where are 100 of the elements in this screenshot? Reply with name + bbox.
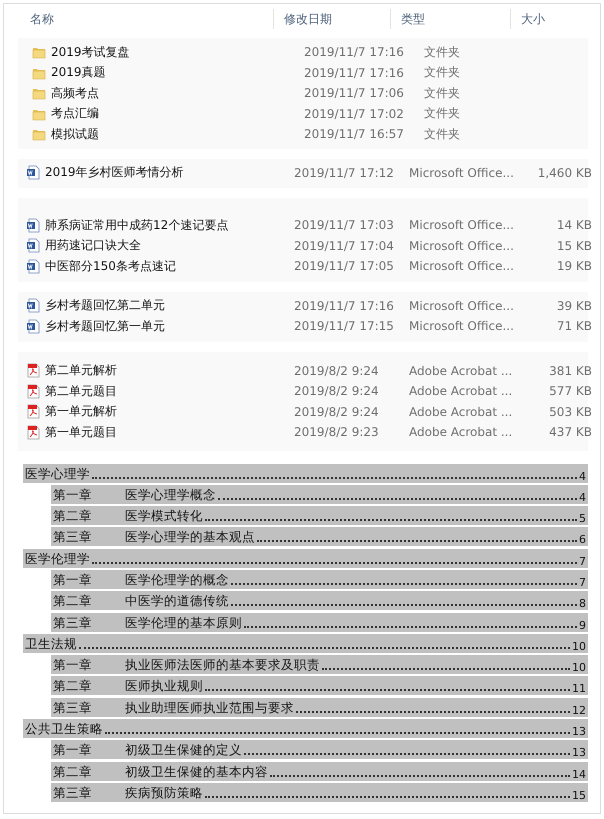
page-number: 13 — [572, 746, 586, 760]
page-number: 7 — [579, 554, 586, 568]
chapter-label: 第二章 — [53, 508, 93, 526]
chapter-label: 第三章 — [53, 784, 93, 802]
page-number: 10 — [572, 661, 586, 674]
toc-entry[interactable]: 第二章 医学模式转化 5 — [51, 506, 588, 526]
file-date: 2019/11/7 17:02 — [304, 106, 405, 121]
file-date: 2019/11/7 17:16 — [304, 66, 405, 80]
toc-title: 初级卫生保健的基本内容 — [125, 764, 268, 781]
toc-title: 医学伦理学 — [25, 550, 90, 568]
toc-title: 医学模式转化 — [125, 508, 203, 526]
toc-title: 中医学的道德传统 — [125, 593, 229, 610]
toc-title: 医学心理学概念 — [125, 486, 216, 504]
folder-icon — [32, 45, 46, 60]
toc-entry[interactable]: 第一章 医学心理学概念 4 — [51, 484, 588, 504]
toc-entry[interactable]: 医学心理学 4 — [23, 464, 588, 482]
toc-entry[interactable]: 第一章 执业医师法医师的基本要求及职责 10 — [51, 655, 588, 674]
file-name[interactable]: 中医部分150条考点速记 — [42, 258, 294, 275]
file-name[interactable]: 模拟试题 — [48, 126, 304, 143]
chapter-label: 第三章 — [53, 700, 93, 717]
chapter-label: 第三章 — [53, 529, 93, 546]
chapter-label: 第三章 — [53, 614, 93, 632]
toc-title: 医学心理学的基本观点 — [125, 529, 255, 546]
file-date: 2019/11/7 17:16 — [304, 45, 405, 60]
document-icon — [26, 238, 40, 254]
page-number: 6 — [579, 533, 586, 546]
column-header[interactable]: 修改日期 — [276, 10, 390, 28]
pdf-file-icon — [26, 363, 40, 378]
page-number: 14 — [572, 768, 586, 781]
toc-entry[interactable]: 卫生法规 10 — [23, 634, 588, 653]
folder-icon — [32, 86, 46, 100]
file-name[interactable]: 高频考点 — [48, 84, 304, 102]
column-header[interactable]: 大小 — [513, 10, 573, 28]
file-size: 381 KB — [548, 364, 592, 378]
toc-title: 医学伦理学的概念 — [125, 572, 229, 589]
file-date: 2019/8/2 9:24 — [294, 364, 380, 378]
page-number: 13 — [572, 725, 586, 738]
toc-entry[interactable]: 公共卫生策略 13 — [23, 719, 588, 738]
file-name[interactable]: 第二单元题目 — [42, 382, 294, 400]
file-type: Adobe Acrobat ... — [409, 404, 514, 419]
file-name[interactable]: 第一单元题目 — [42, 424, 294, 441]
chapter-label: 第二章 — [53, 764, 93, 781]
file-name[interactable]: 考点汇编 — [48, 105, 304, 122]
file-date: 2019/11/7 17:06 — [304, 86, 405, 100]
toc-title: 公共卫生策略 — [25, 721, 103, 738]
file-name[interactable]: 乡村考题回忆第一单元 — [42, 318, 294, 335]
file-size: 39 KB — [556, 298, 592, 313]
toc-entry[interactable]: 第二章 中医学的道德传统 8 — [51, 591, 588, 610]
column-header[interactable]: 类型 — [393, 10, 510, 28]
file-name[interactable]: 肺系病证常用中成药12个速记要点 — [42, 216, 294, 234]
file-type: Adobe Acrobat ... — [409, 364, 514, 378]
file-date: 2019/8/2 9:24 — [294, 404, 380, 419]
toc-entry[interactable]: 第三章 疾病预防策略 15 — [51, 782, 588, 802]
file-type: 文件夹 — [424, 105, 461, 122]
toc-entry[interactable]: 第一章 初级卫生保健的定义 13 — [51, 740, 588, 760]
file-name[interactable]: 2019真题 — [48, 64, 304, 82]
toc-entry[interactable]: 第三章 医学心理学的基本观点 6 — [51, 527, 588, 546]
toc-entry[interactable]: 第三章 医学伦理的基本原则 9 — [51, 612, 588, 632]
file-type: Microsoft Office... — [409, 218, 515, 232]
file-type: Microsoft Office... — [409, 166, 515, 180]
toc-entry[interactable]: 医学伦理学 7 — [23, 548, 588, 568]
page-number: 10 — [572, 640, 586, 653]
file-name[interactable]: 第一单元解析 — [42, 403, 294, 420]
pdf-file-icon — [26, 404, 40, 420]
file-type: 文件夹 — [424, 126, 461, 143]
page-number: 11 — [572, 682, 586, 696]
pdf-file-icon — [26, 384, 40, 399]
file-name[interactable]: 用药速记口诀大全 — [42, 237, 294, 254]
document-icon — [26, 298, 40, 314]
file-type: Adobe Acrobat ... — [409, 425, 514, 440]
toc-entry[interactable]: 第三章 执业助理医师执业范围与要求 12 — [51, 698, 588, 717]
toc-title: 医师执业规则 — [125, 678, 203, 696]
file-name[interactable]: 第二单元解析 — [42, 362, 294, 380]
file-type: Microsoft Office... — [409, 259, 515, 274]
chapter-label: 第一章 — [53, 572, 93, 589]
file-date: 2019/11/7 17:15 — [294, 319, 395, 334]
file-name[interactable]: 2019年乡村医师考情分析 — [42, 164, 294, 182]
toc-entry[interactable]: 第一章 医学伦理学的概念 7 — [51, 570, 588, 589]
file-type: Adobe Acrobat ... — [409, 384, 514, 398]
file-size: 14 KB — [556, 218, 592, 232]
toc-title: 医学伦理的基本原则 — [125, 614, 242, 632]
chapter-label: 第一章 — [53, 486, 93, 504]
toc-entry[interactable]: 第二章 医师执业规则 11 — [51, 676, 588, 696]
file-type: Microsoft Office... — [409, 238, 515, 253]
file-size: 1,460 KB — [536, 166, 592, 180]
file-name[interactable]: 乡村考题回忆第二单元 — [42, 297, 294, 314]
file-size: 19 KB — [556, 259, 592, 274]
toc-entry[interactable]: 第二章 初级卫生保健的基本内容 14 — [51, 762, 588, 781]
file-type: 文件夹 — [424, 84, 461, 102]
file-name[interactable]: 2019考试复盘 — [48, 44, 304, 61]
file-date: 2019/11/7 17:04 — [294, 238, 395, 253]
column-header[interactable]: 名称 — [18, 10, 273, 28]
page-number: 7 — [579, 576, 586, 589]
toc-title: 执业医师法医师的基本要求及职责 — [125, 657, 320, 674]
page-number: 4 — [579, 470, 586, 482]
document-icon — [26, 165, 40, 180]
page-number: 5 — [579, 512, 586, 526]
file-type: 文件夹 — [424, 64, 461, 82]
page-number: 15 — [572, 788, 586, 802]
chapter-label: 第二章 — [53, 678, 93, 696]
